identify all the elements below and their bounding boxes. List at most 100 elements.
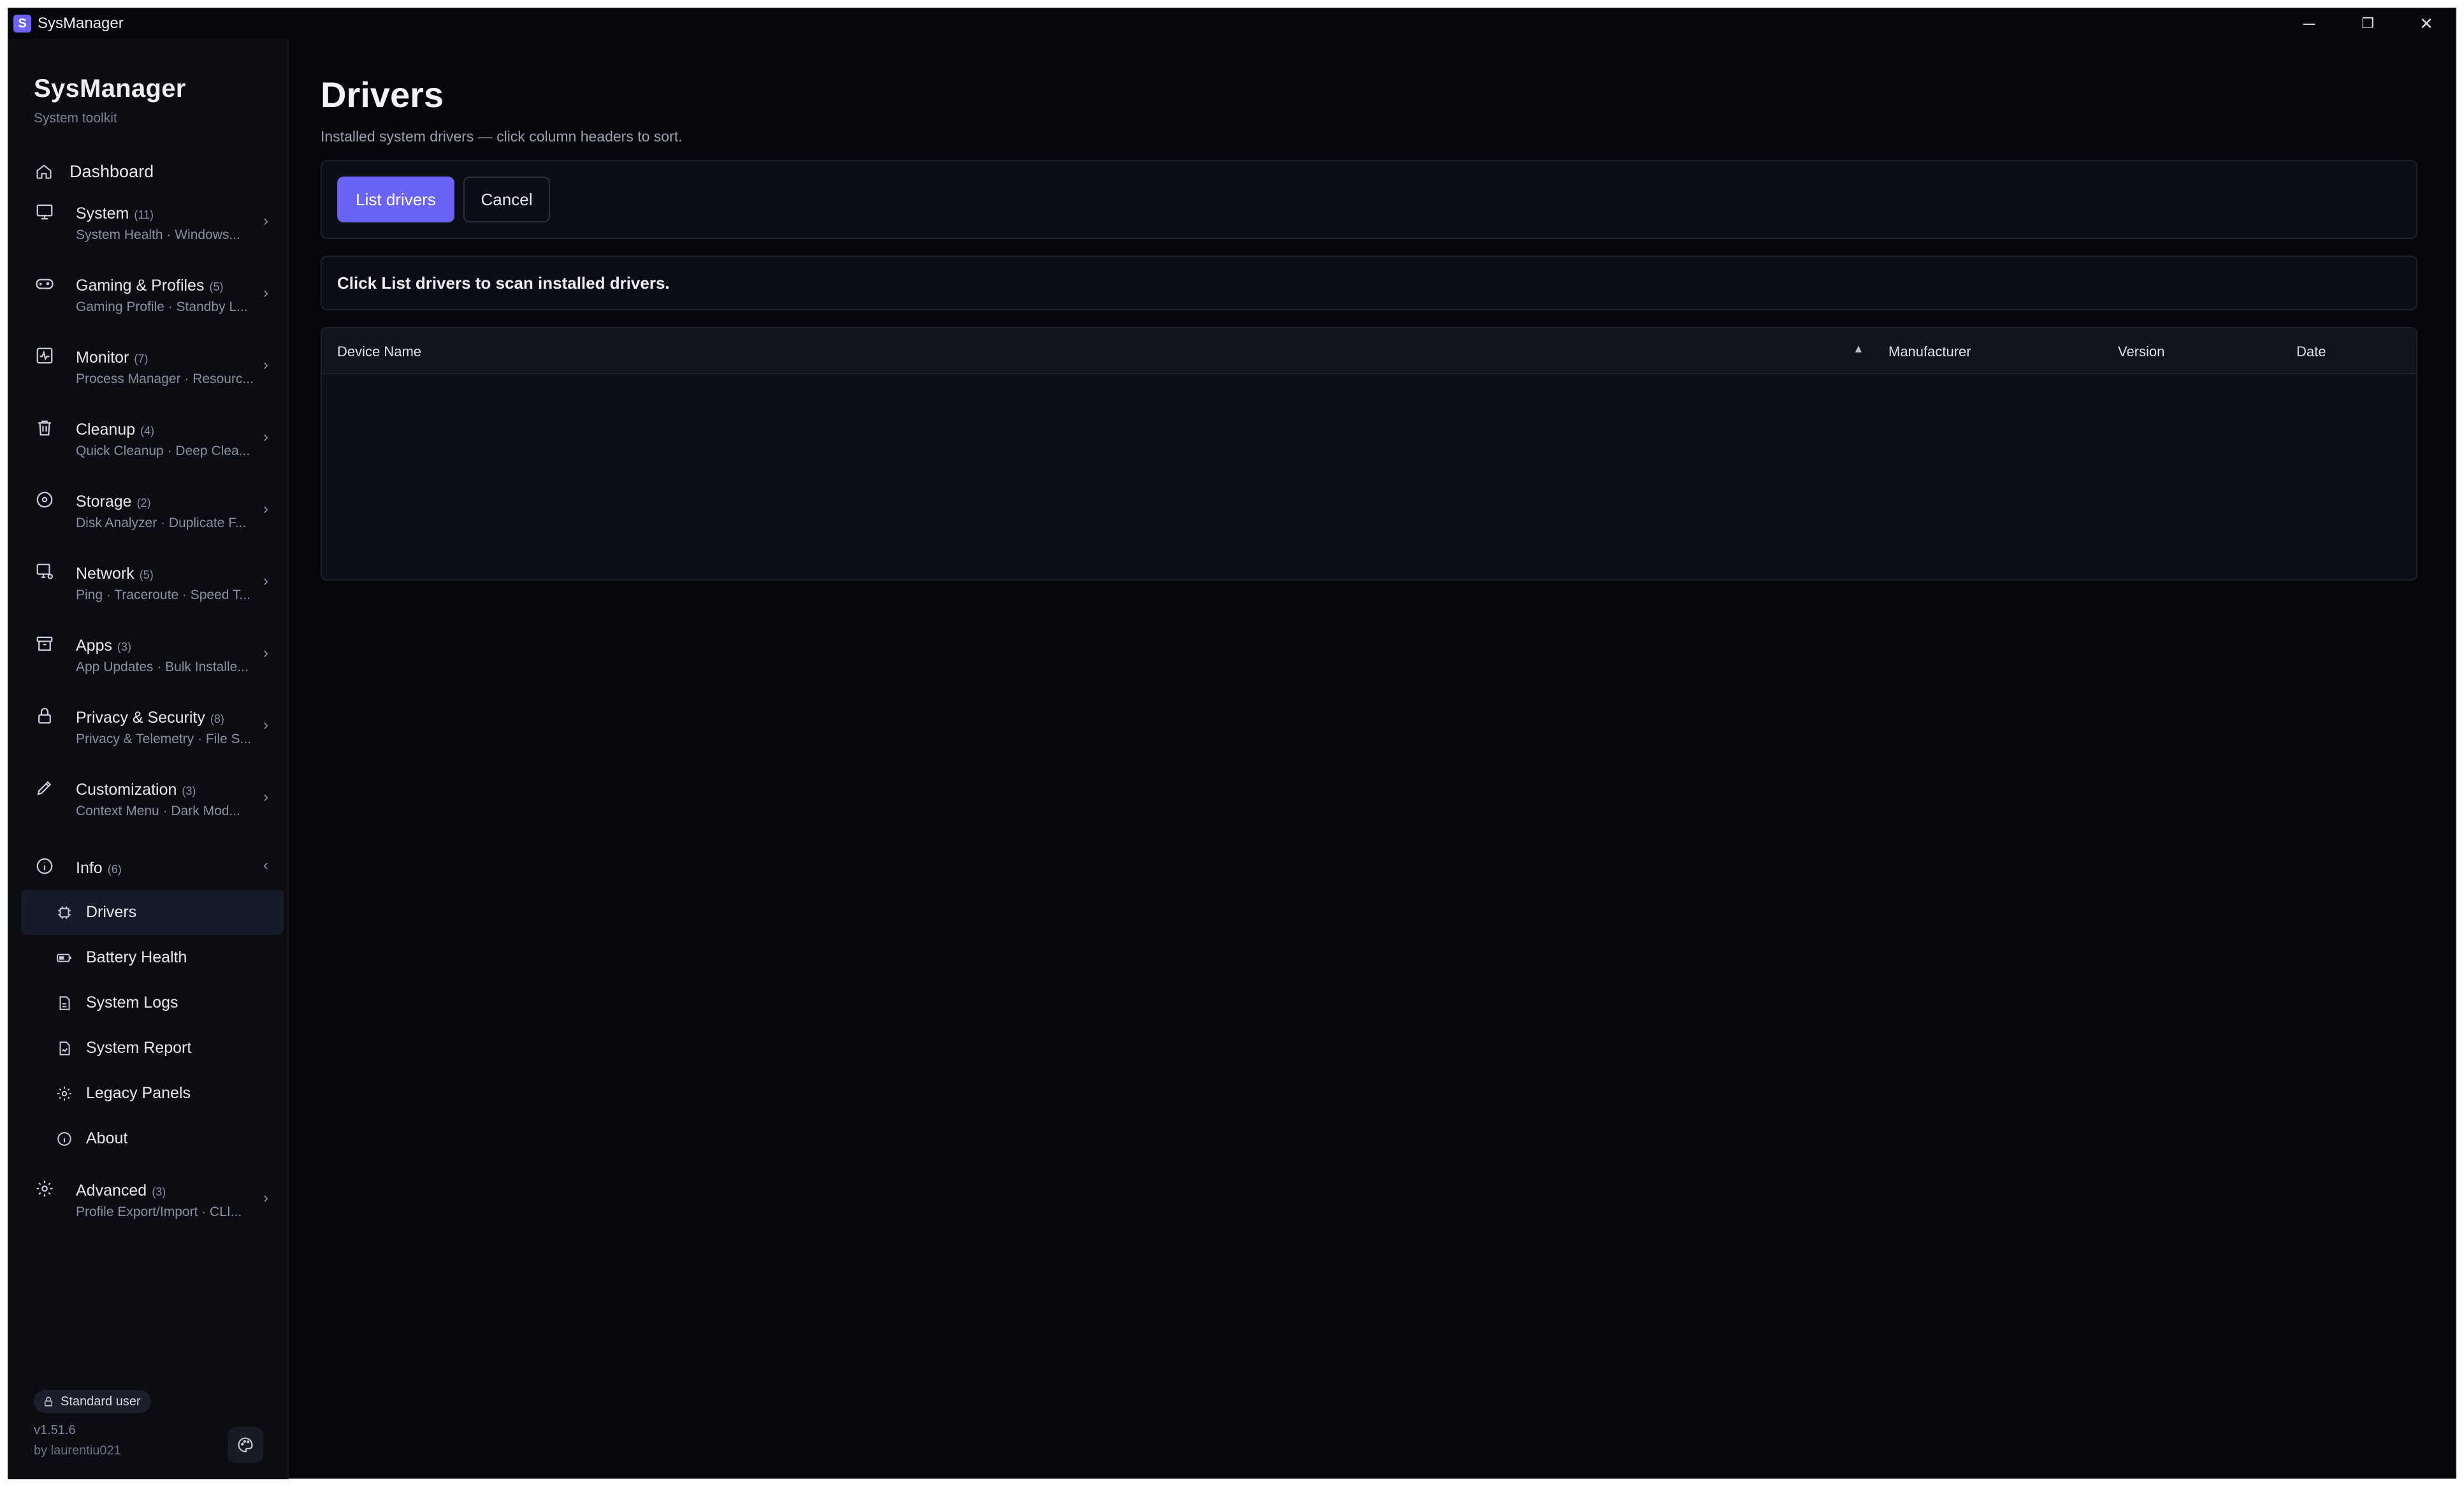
chevron-right-icon: › (263, 284, 268, 301)
page-subtitle: Installed system drivers — click column … (321, 128, 683, 145)
column-header-date[interactable]: Date (2296, 344, 2326, 360)
sidebar-group-advanced[interactable]: Advanced (3) Profile Export/Import · CLI.… (21, 1173, 284, 1245)
brush-icon (37, 781, 52, 795)
app-logo-icon: S (13, 15, 31, 33)
brand-title: SysManager (34, 75, 186, 103)
group-subtitle: Profile Export/Import · CLI... (76, 1205, 242, 1219)
list-drivers-button[interactable]: List drivers (337, 177, 454, 222)
column-header-version[interactable]: Version (2118, 344, 2164, 360)
sidebar-item-system-logs[interactable]: System Logs (21, 980, 284, 1025)
disk-icon (36, 491, 53, 508)
sidebar-item-label: About (86, 1129, 128, 1147)
sidebar-item-label: Dashboard (69, 161, 154, 181)
sort-ascending-icon: ▲ (1853, 342, 1864, 355)
group-count: (7) (134, 352, 149, 365)
battery-icon (55, 949, 73, 967)
group-title: Storage (76, 493, 132, 511)
group-subtitle: Ping · Traceroute · Speed T... (76, 588, 250, 602)
sidebar-group-system[interactable]: System (11) System Health · Windows... › (21, 196, 284, 268)
group-count: (2) (136, 496, 151, 509)
group-count: (4) (140, 424, 155, 437)
group-count: (3) (117, 641, 131, 653)
theme-toggle-button[interactable] (228, 1427, 263, 1463)
chevron-right-icon: › (263, 572, 268, 590)
group-subtitle: App Updates · Bulk Installe... (76, 660, 249, 674)
group-title: Privacy & Security (76, 709, 205, 727)
sidebar-item-system-report[interactable]: System Report (21, 1025, 284, 1071)
group-title: Network (76, 565, 134, 583)
group-count: (3) (152, 1185, 166, 1198)
close-button[interactable]: ✕ (2397, 8, 2456, 39)
group-title: Monitor (76, 349, 129, 366)
group-title: Apps (76, 637, 112, 655)
window-controls: ─ ❐ ✕ (2280, 8, 2456, 39)
chevron-right-icon: › (263, 356, 268, 373)
chevron-right-icon: › (263, 788, 268, 806)
sidebar-group-monitor[interactable]: Monitor (7) Process Manager · Resourc... … (21, 340, 284, 412)
sidebar-item-drivers[interactable]: Drivers (21, 890, 284, 935)
sidebar: SysManager System toolkit Dashboard Syst… (8, 39, 289, 1479)
log-file-icon (55, 994, 73, 1012)
restore-button[interactable]: ❐ (2338, 8, 2397, 39)
sidebar-item-label: System Report (86, 1039, 192, 1057)
sidebar-group-apps[interactable]: Apps (3) App Updates · Bulk Installe... › (21, 628, 284, 700)
sidebar-item-dashboard[interactable]: Dashboard (21, 147, 284, 196)
cancel-button[interactable]: Cancel (463, 177, 550, 222)
group-title: Advanced (76, 1182, 147, 1199)
sidebar-group-customization[interactable]: Customization (3) Context Menu · Dark Mod… (21, 772, 284, 844)
group-subtitle: Context Menu · Dark Mod... (76, 804, 240, 818)
group-count: (8) (210, 713, 224, 725)
chevron-right-icon: › (263, 716, 268, 734)
group-title: Info (76, 859, 103, 877)
group-subtitle: Quick Cleanup · Deep Clea... (76, 444, 250, 458)
sidebar-item-label: Battery Health (86, 948, 187, 966)
sidebar-group-info[interactable]: Info (6) ‹ (21, 844, 284, 890)
table-header: Device Name ▲ Manufacturer Version Date (322, 328, 2416, 374)
user-role-badge: Standard user (34, 1390, 151, 1413)
chevron-right-icon: › (263, 644, 268, 662)
info-icon (55, 1130, 73, 1148)
chevron-right-icon: › (263, 500, 268, 518)
brand: SysManager System toolkit (34, 75, 186, 126)
group-count: (3) (182, 785, 196, 797)
computer-icon (36, 204, 53, 220)
sidebar-nav: Dashboard System (11) System Health · Win… (21, 147, 284, 1245)
gear-icon (36, 1180, 53, 1197)
gear-icon (55, 1085, 73, 1103)
app-window: S SysManager ─ ❐ ✕ SysManager System too… (8, 8, 2456, 1479)
sidebar-item-label: Drivers (86, 903, 137, 921)
info-icon (36, 858, 53, 874)
group-title: Gaming & Profiles (76, 277, 205, 294)
window-title: SysManager (38, 15, 124, 32)
sidebar-item-legacy-panels[interactable]: Legacy Panels (21, 1071, 284, 1116)
archive-icon (36, 636, 53, 651)
sidebar-group-storage[interactable]: Storage (2) Disk Analyzer · Duplicate F..… (21, 484, 284, 556)
column-header-device-name[interactable]: Device Name (337, 344, 421, 360)
sidebar-group-gaming[interactable]: Gaming & Profiles (5) Gaming Profile · St… (21, 268, 284, 340)
sidebar-group-cleanup[interactable]: Cleanup (4) Quick Cleanup · Deep Clea... … (21, 412, 284, 484)
chevron-right-icon: › (263, 428, 268, 446)
group-subtitle: System Health · Windows... (76, 228, 240, 242)
drivers-table: Device Name ▲ Manufacturer Version Date (321, 327, 2417, 581)
home-icon (36, 164, 52, 179)
group-subtitle: Process Manager · Resourc... (76, 372, 254, 386)
sidebar-group-privacy[interactable]: Privacy & Security (8) Privacy & Telemetr… (21, 700, 284, 772)
page-title: Drivers (321, 75, 444, 115)
column-header-manufacturer[interactable]: Manufacturer (1888, 344, 1971, 360)
sidebar-item-battery-health[interactable]: Battery Health (21, 935, 284, 980)
group-count: (5) (139, 569, 154, 581)
group-title: System (76, 205, 129, 222)
minimize-button[interactable]: ─ (2280, 8, 2338, 39)
sidebar-group-network[interactable]: Network (5) Ping · Traceroute · Speed T..… (21, 556, 284, 628)
report-icon (55, 1040, 73, 1057)
title-bar: S SysManager ─ ❐ ✕ (8, 8, 2456, 39)
group-subtitle: Disk Analyzer · Duplicate F... (76, 516, 247, 530)
sidebar-item-about[interactable]: About (21, 1116, 284, 1161)
group-title: Cleanup (76, 421, 136, 438)
lock-icon (45, 1396, 52, 1407)
activity-icon (36, 347, 53, 364)
chevron-right-icon: › (263, 1189, 268, 1206)
palette-icon (238, 1437, 253, 1452)
trash-icon (38, 420, 51, 436)
group-title: Customization (76, 781, 177, 799)
